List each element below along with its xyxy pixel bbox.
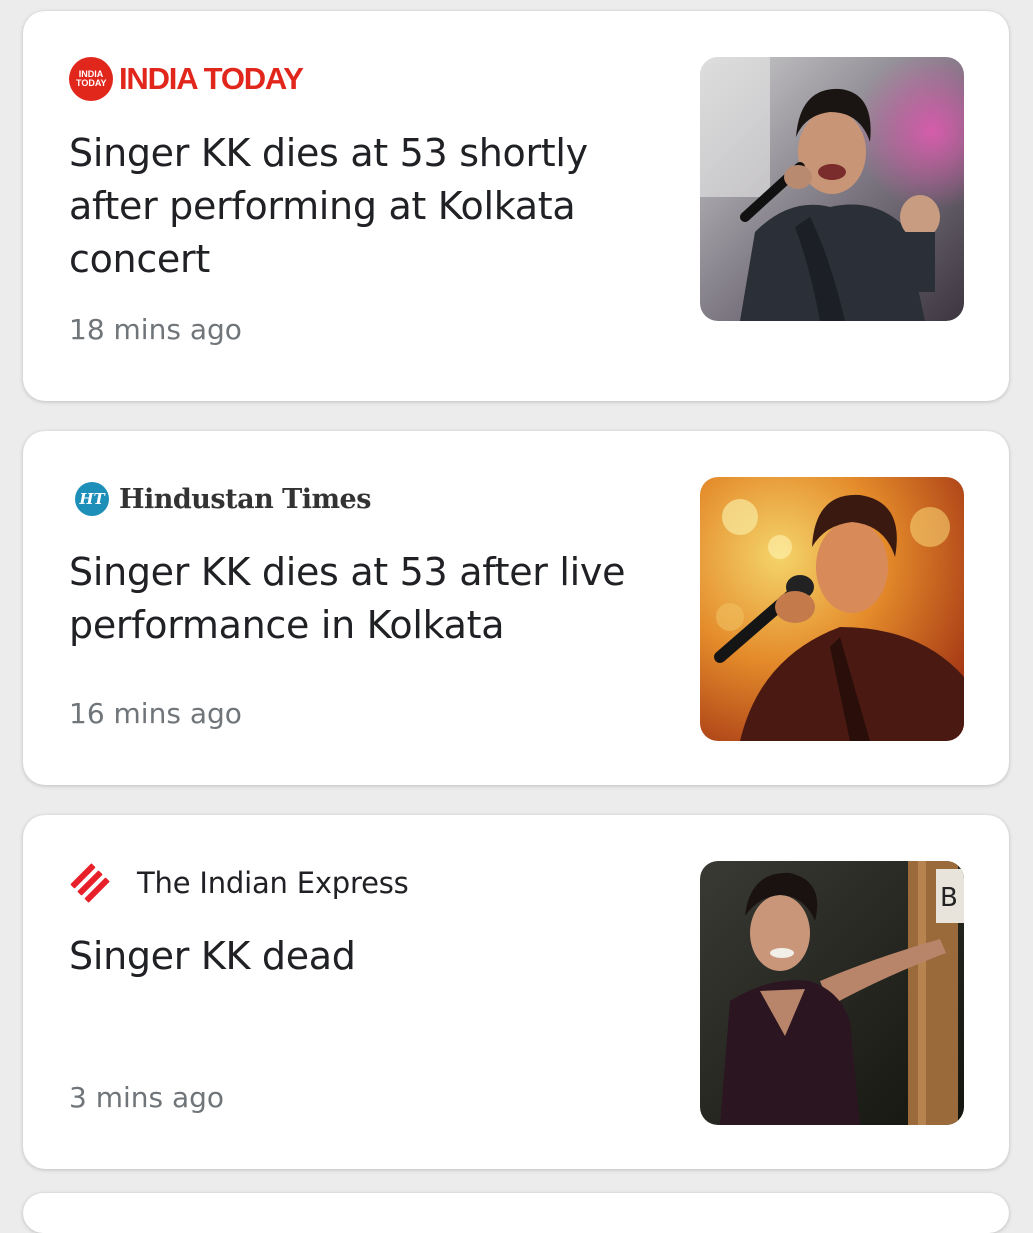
source-name: The Indian Express [137, 866, 409, 900]
svg-text:B: B [940, 883, 958, 913]
india-today-logo-text: INDIA TODAY [76, 69, 107, 88]
news-card[interactable]: INDIA TODAY INDIA TODAY Singer KK dies a… [23, 11, 1009, 401]
india-today-logo-icon: INDIA TODAY [69, 57, 113, 101]
headline[interactable]: Singer KK dies at 53 after live performa… [69, 546, 659, 652]
news-card[interactable]: The Indian Express Singer KK dead 3 mins… [23, 815, 1009, 1169]
source-name: Hindustan Times [119, 483, 371, 515]
source-row: The Indian Express [69, 861, 409, 905]
timestamp: 16 mins ago [69, 697, 242, 730]
singer-with-microphone-image[interactable] [700, 477, 964, 741]
source-row: HT Hindustan Times [69, 477, 371, 521]
source-name: INDIA TODAY [119, 61, 304, 96]
headline[interactable]: Singer KK dies at 53 shortly after perfo… [69, 127, 659, 286]
source-row: INDIA TODAY INDIA TODAY [69, 57, 304, 101]
news-card-partial [23, 1193, 1009, 1233]
headline[interactable]: Singer KK dead [69, 930, 659, 983]
singer-leaning-on-post-image[interactable]: B [700, 861, 964, 1125]
timestamp: 18 mins ago [69, 313, 242, 346]
indian-express-logo-icon [70, 863, 110, 903]
ht-logo-text: HT [79, 490, 105, 508]
hindustan-times-logo-icon: HT [75, 482, 109, 516]
singer-performing-image[interactable] [700, 57, 964, 321]
news-card[interactable]: HT Hindustan Times Singer KK dies at 53 … [23, 431, 1009, 785]
timestamp: 3 mins ago [69, 1081, 225, 1114]
